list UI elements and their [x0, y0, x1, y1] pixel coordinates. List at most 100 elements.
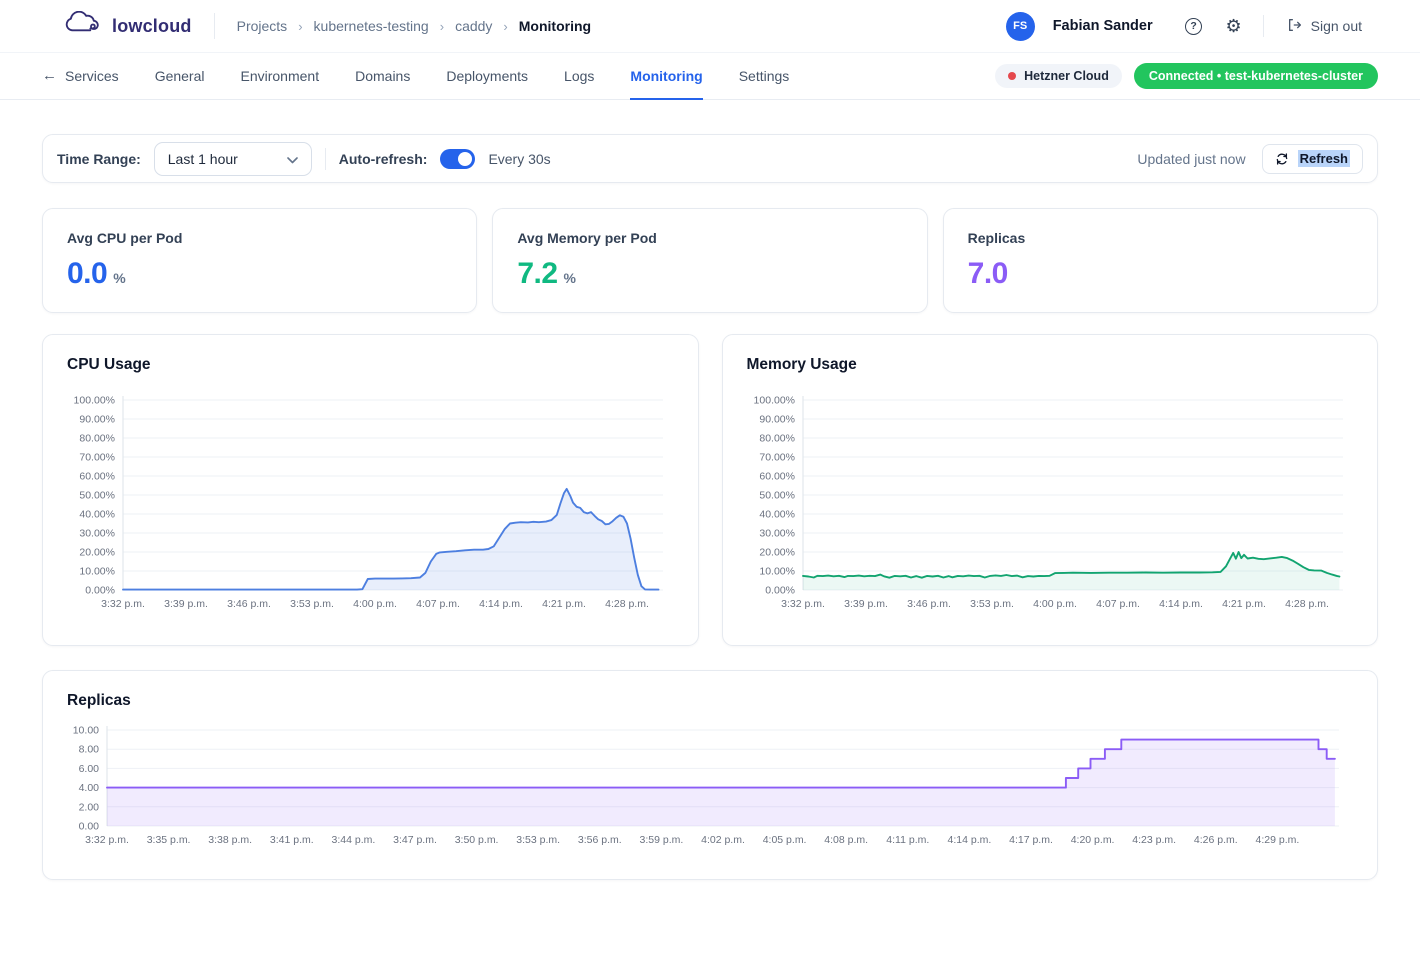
updated-status: Updated just now	[1137, 151, 1245, 167]
cpu-usage-plot: 0.00%10.00%20.00%30.00%40.00%50.00%60.00…	[67, 386, 671, 624]
breadcrumb-item-projects[interactable]: Projects	[237, 18, 288, 34]
tab-deployments[interactable]: Deployments	[446, 53, 528, 100]
auto-refresh-toggle[interactable]	[440, 149, 475, 169]
stats-row: Avg CPU per Pod 0.0 % Avg Memory per Pod…	[42, 208, 1378, 313]
back-arrow-icon: ←	[42, 67, 57, 84]
time-range-value: Last 1 hour	[168, 151, 238, 167]
svg-text:3:38 p.m.: 3:38 p.m.	[208, 834, 252, 846]
svg-text:6.00: 6.00	[79, 763, 100, 775]
stat-unit: %	[113, 270, 125, 286]
memory-usage-title: Memory Usage	[747, 356, 1354, 374]
avatar[interactable]: FS	[1006, 12, 1035, 41]
tab-bar: ← Services General Environment Domains D…	[0, 53, 1420, 100]
svg-text:3:47 p.m.: 3:47 p.m.	[393, 834, 437, 846]
help-button[interactable]: ?	[1183, 15, 1205, 37]
svg-text:10.00%: 10.00%	[759, 566, 795, 578]
stat-card-avg-memory: Avg Memory per Pod 7.2 %	[492, 208, 927, 313]
svg-text:3:50 p.m.: 3:50 p.m.	[455, 834, 499, 846]
svg-text:100.00%: 100.00%	[753, 395, 794, 407]
chevron-down-icon	[287, 151, 298, 167]
tab-domains[interactable]: Domains	[355, 53, 410, 100]
sign-out-label: Sign out	[1311, 18, 1362, 34]
tab-general[interactable]: General	[155, 53, 205, 100]
tab-logs[interactable]: Logs	[564, 53, 594, 100]
replicas-card: Replicas 0.002.004.006.008.0010.003:32 p…	[42, 670, 1378, 880]
memory-usage-chart: 0.00%10.00%20.00%30.00%40.00%50.00%60.00…	[747, 386, 1354, 629]
auto-refresh-interval: Every 30s	[488, 151, 550, 167]
cluster-connection-badge: Connected • test-kubernetes-cluster	[1134, 63, 1378, 89]
help-icon: ?	[1185, 18, 1202, 35]
svg-text:20.00%: 20.00%	[79, 547, 115, 559]
stat-label: Avg Memory per Pod	[517, 230, 902, 246]
svg-text:60.00%: 60.00%	[759, 471, 795, 483]
svg-text:90.00%: 90.00%	[79, 414, 115, 426]
svg-text:0.00%: 0.00%	[85, 585, 115, 597]
auto-refresh-label: Auto-refresh:	[339, 151, 428, 167]
svg-text:4:20 p.m.: 4:20 p.m.	[1071, 834, 1115, 846]
monitoring-toolbar: Time Range: Last 1 hour Auto-refresh: Ev…	[42, 134, 1378, 183]
sign-out-button[interactable]: Sign out	[1286, 17, 1362, 36]
svg-text:4:14 p.m.: 4:14 p.m.	[1159, 598, 1203, 610]
svg-text:50.00%: 50.00%	[759, 490, 795, 502]
stat-value: 7.2	[517, 257, 557, 291]
svg-text:3:53 p.m.: 3:53 p.m.	[516, 834, 560, 846]
svg-text:40.00%: 40.00%	[79, 509, 115, 521]
svg-text:8.00: 8.00	[79, 744, 100, 756]
svg-text:4:28 p.m.: 4:28 p.m.	[1285, 598, 1329, 610]
svg-text:4:05 p.m.: 4:05 p.m.	[763, 834, 807, 846]
tab-services[interactable]: ← Services	[42, 53, 119, 100]
svg-text:10.00%: 10.00%	[79, 566, 115, 578]
svg-text:4:11 p.m.: 4:11 p.m.	[886, 834, 929, 846]
tab-monitoring[interactable]: Monitoring	[630, 53, 702, 100]
svg-text:90.00%: 90.00%	[759, 414, 795, 426]
svg-text:10.00: 10.00	[73, 725, 99, 737]
header-divider	[1263, 15, 1264, 37]
svg-text:3:56 p.m.: 3:56 p.m.	[578, 834, 622, 846]
tab-settings[interactable]: Settings	[739, 53, 790, 100]
header-divider	[214, 13, 215, 39]
svg-text:3:32 p.m.: 3:32 p.m.	[85, 834, 129, 846]
svg-text:3:53 p.m.: 3:53 p.m.	[290, 598, 334, 610]
svg-text:20.00%: 20.00%	[759, 547, 795, 559]
provider-status-dot	[1008, 72, 1016, 80]
breadcrumb-item-project[interactable]: kubernetes-testing	[314, 18, 429, 34]
time-range-select[interactable]: Last 1 hour	[154, 142, 312, 176]
svg-text:3:39 p.m.: 3:39 p.m.	[844, 598, 888, 610]
svg-text:4:26 p.m.: 4:26 p.m.	[1194, 834, 1238, 846]
svg-text:4:07 p.m.: 4:07 p.m.	[1096, 598, 1140, 610]
svg-text:80.00%: 80.00%	[759, 433, 795, 445]
breadcrumb-separator: ›	[503, 19, 507, 34]
settings-button[interactable]: ⚙	[1223, 15, 1245, 37]
breadcrumb-separator: ›	[440, 19, 444, 34]
stat-value: 0.0	[67, 257, 107, 291]
toolbar-divider	[325, 148, 326, 170]
time-range-label: Time Range:	[57, 151, 141, 167]
svg-text:4:29 p.m.: 4:29 p.m.	[1256, 834, 1300, 846]
svg-text:4:07 p.m.: 4:07 p.m.	[416, 598, 460, 610]
sign-out-icon	[1286, 17, 1302, 36]
svg-text:4:00 p.m.: 4:00 p.m.	[1033, 598, 1077, 610]
charts-row: CPU Usage 0.00%10.00%20.00%30.00%40.00%5…	[42, 334, 1378, 646]
breadcrumb: Projects › kubernetes-testing › caddy › …	[237, 18, 591, 34]
tab-environment[interactable]: Environment	[241, 53, 320, 100]
logo-text: lowcloud	[112, 16, 192, 37]
svg-text:4:14 p.m.: 4:14 p.m.	[479, 598, 523, 610]
breadcrumb-item-service[interactable]: caddy	[455, 18, 492, 34]
svg-text:70.00%: 70.00%	[759, 452, 795, 464]
svg-text:3:32 p.m.: 3:32 p.m.	[101, 598, 145, 610]
svg-text:3:46 p.m.: 3:46 p.m.	[907, 598, 951, 610]
stat-label: Replicas	[968, 230, 1353, 246]
refresh-icon	[1275, 152, 1289, 166]
svg-text:4:00 p.m.: 4:00 p.m.	[353, 598, 397, 610]
svg-text:0.00%: 0.00%	[765, 585, 795, 597]
refresh-button[interactable]: Refresh	[1262, 144, 1363, 174]
logo[interactable]: lowcloud	[62, 11, 192, 41]
svg-text:3:35 p.m.: 3:35 p.m.	[147, 834, 191, 846]
svg-text:4:21 p.m.: 4:21 p.m.	[542, 598, 586, 610]
svg-text:4:14 p.m.: 4:14 p.m.	[948, 834, 992, 846]
stat-value: 7.0	[968, 257, 1008, 291]
app-header: lowcloud Projects › kubernetes-testing ›…	[0, 0, 1420, 53]
memory-usage-plot: 0.00%10.00%20.00%30.00%40.00%50.00%60.00…	[747, 386, 1351, 624]
svg-text:4:08 p.m.: 4:08 p.m.	[824, 834, 868, 846]
svg-text:70.00%: 70.00%	[79, 452, 115, 464]
